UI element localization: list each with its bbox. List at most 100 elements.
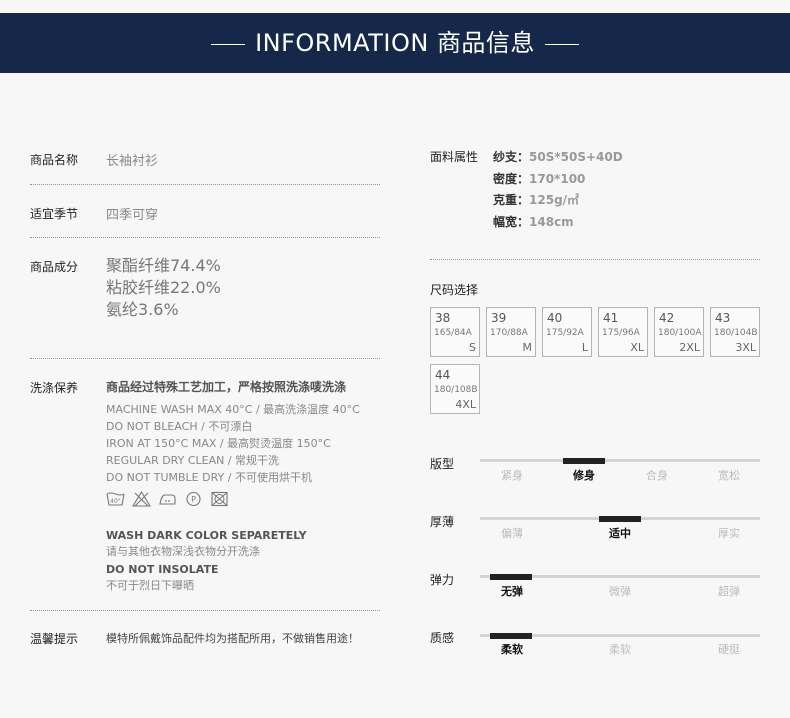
care-icons: 40° P <box>106 491 231 507</box>
care-instructions: MACHINE WASH MAX 40°C / 最高洗涤温度 40°C DO N… <box>106 401 360 486</box>
product-name-label: 商品名称 <box>30 153 79 167</box>
attr-label-elasticity: 弹力 <box>430 573 455 587</box>
fabric-specs: 纱支：50S*50S+40D 密度：170*100 克重：125g/㎡ 幅宽：1… <box>493 147 623 233</box>
no-insolate-cn: 不可于烈日下曝晒 <box>106 579 194 592</box>
size-number: 40 <box>547 311 563 325</box>
divider <box>30 237 380 238</box>
attr-label-thickness: 厚薄 <box>430 515 455 529</box>
no-insolate-note: DO NOT INSOLATE 不可于烈日下曝晒 <box>106 562 218 594</box>
wash-dark-cn: 请与其他衣物深浅衣物分开洗涤 <box>106 545 260 558</box>
size-number: 44 <box>435 368 451 382</box>
attr-option-selected: 无弹 <box>501 585 523 598</box>
attr-option: 硬挺 <box>718 643 740 656</box>
size-option[interactable]: 43 180/104B 3XL <box>710 307 760 357</box>
fabric-row: 密度：170*100 <box>493 169 623 191</box>
attr-label-texture: 质感 <box>430 631 455 645</box>
size-dimension: 180/104B <box>714 328 758 338</box>
divider <box>30 358 380 359</box>
fabric-row: 幅宽：148cm <box>493 212 623 234</box>
size-number: 39 <box>491 311 507 325</box>
size-label: 尺码选择 <box>430 283 479 297</box>
size-number: 41 <box>603 311 619 325</box>
product-name-value: 长袖衬衫 <box>106 154 159 169</box>
fabric-key: 密度： <box>493 171 530 186</box>
care-line: REGULAR DRY CLEAN / 常规干洗 <box>106 454 280 467</box>
fabric-key: 克重： <box>493 193 530 207</box>
attr-option: 超弹 <box>718 585 740 598</box>
slider-track-fit <box>480 459 760 462</box>
care-line: DO NOT TUMBLE DRY / 不可使用烘干机 <box>106 471 312 484</box>
attr-option: 偏薄 <box>501 527 523 540</box>
size-number: 42 <box>659 311 675 325</box>
attr-option: 紧身 <box>501 469 523 482</box>
slider-marker-elasticity <box>490 574 532 580</box>
composition-label: 商品成分 <box>30 260 79 274</box>
dry-clean-p-text: P <box>191 495 196 504</box>
composition-item: 粘胶纤维22.0% <box>106 278 221 297</box>
slider-marker-texture <box>490 633 532 639</box>
fabric-value: 148cm <box>529 214 574 229</box>
size-letter: 4XL <box>455 398 476 411</box>
size-dimension: 180/108B <box>434 385 478 395</box>
fabric-value: 50S*50S+40D <box>529 150 623 164</box>
size-letter: XL <box>630 341 644 354</box>
fabric-key: 幅宽： <box>493 214 530 229</box>
size-option[interactable]: 41 175/96A XL <box>598 307 648 357</box>
banner-right-rule <box>544 43 579 45</box>
banner-left-rule <box>211 43 246 45</box>
size-option[interactable]: 39 170/88A M <box>486 307 536 357</box>
size-letter: L <box>581 341 588 354</box>
care-line: MACHINE WASH MAX 40°C / 最高洗涤温度 40°C <box>106 403 360 416</box>
size-option[interactable]: 40 175/92A L <box>542 307 592 357</box>
wash-dark-note: WASH DARK COLOR SEPARETELY 请与其他衣物深浅衣物分开洗… <box>106 528 307 560</box>
attr-label-fit: 版型 <box>430 457 455 471</box>
size-letter: 2XL <box>679 341 700 354</box>
size-letter: M <box>522 341 533 354</box>
care-title: 商品经过特殊工艺加工，严格按照洗涤唛洗涤 <box>106 380 347 394</box>
slider-marker-fit <box>563 458 605 464</box>
divider <box>30 184 380 185</box>
size-dimension: 165/84A <box>434 328 472 338</box>
care-line: DO NOT BLEACH / 不可漂白 <box>106 420 253 433</box>
size-option[interactable]: 38 165/84A S <box>430 307 480 357</box>
size-letter: S <box>469 341 476 354</box>
tip-label: 温馨提示 <box>30 632 79 646</box>
wash-40-icon: 40° <box>106 492 125 506</box>
attr-option-selected: 修身 <box>573 469 595 482</box>
care-label: 洗涤保养 <box>30 381 79 395</box>
size-number: 43 <box>715 311 731 325</box>
fabric-value: 125g/㎡ <box>529 193 580 207</box>
fabric-label: 面料属性 <box>430 150 479 164</box>
dry-clean-p-icon: P <box>186 491 201 507</box>
divider <box>430 259 760 260</box>
banner-title: INFORMATION 商品信息 <box>255 29 535 57</box>
no-bleach-icon <box>132 491 152 507</box>
season-value: 四季可穿 <box>106 208 159 223</box>
header-banner: INFORMATION 商品信息 <box>0 13 790 73</box>
wash-dark-en: WASH DARK COLOR SEPARETELY <box>106 529 307 542</box>
size-dimension: 170/88A <box>490 328 528 338</box>
fabric-row: 克重：125g/㎡ <box>493 190 623 212</box>
composition-item: 聚酯纤维74.4% <box>106 256 221 275</box>
fabric-key: 纱支： <box>493 150 530 164</box>
season-label: 适宜季节 <box>30 207 79 221</box>
fabric-value: 170*100 <box>529 171 586 186</box>
tip-value: 模特所佩戴饰品配件均为搭配所用，不做销售用途！ <box>106 632 359 645</box>
composition-list: 聚酯纤维74.4% 粘胶纤维22.0% 氨纶3.6% <box>106 255 221 321</box>
size-dimension: 175/96A <box>602 328 640 338</box>
composition-item: 氨纶3.6% <box>106 300 179 319</box>
no-tumble-dry-icon <box>211 491 228 507</box>
iron-icon <box>159 494 176 505</box>
attr-option-selected: 适中 <box>609 527 631 540</box>
size-dimension: 180/100A <box>658 328 702 338</box>
divider <box>30 610 380 611</box>
attr-option: 合身 <box>646 469 668 482</box>
care-line: IRON AT 150°C MAX / 最高熨烫温度 150°C <box>106 437 331 450</box>
no-insolate-en: DO NOT INSOLATE <box>106 563 219 576</box>
attr-option: 厚实 <box>718 527 740 540</box>
fabric-row: 纱支：50S*50S+40D <box>493 147 623 169</box>
size-option[interactable]: 42 180/100A 2XL <box>654 307 704 357</box>
size-option[interactable]: 44 180/108B 4XL <box>430 364 480 414</box>
size-number: 38 <box>435 311 451 325</box>
slider-marker-thickness <box>599 516 641 522</box>
